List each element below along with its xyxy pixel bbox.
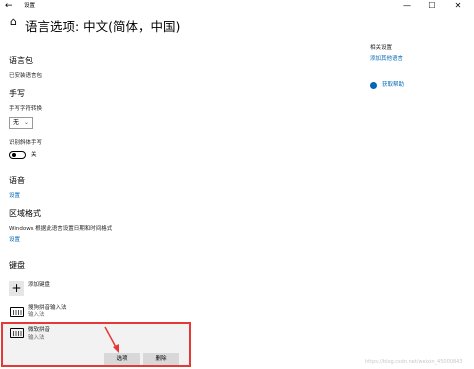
regional-format-heading: 区域格式 [9,209,41,218]
back-arrow-icon[interactable]: ← [5,1,13,11]
keyboard-item-subtitle: 输入法 [28,312,45,318]
toggle-knob [11,153,16,157]
regional-format-description: Windows 根据此语言设置日期和时间格式 [9,226,113,232]
toggle-state-label: 关 [31,152,37,158]
regional-format-settings-link[interactable]: 设置 [9,237,20,244]
annotation-arrow-icon [104,326,119,353]
handwriting-conversion-dropdown[interactable]: 无 ⌄ [9,117,33,129]
keyboard-item-name[interactable]: 搜狗拼音输入法 [28,305,67,312]
recognize-italic-label: 识别斜体手写 [9,140,43,146]
close-button[interactable]: ✕ [447,0,469,12]
add-keyboard-button[interactable]: + [9,281,24,296]
page-title: 语言选项: 中文(简体，中国) [25,19,181,34]
help-icon [370,82,377,89]
recognize-italic-toggle[interactable] [9,151,26,159]
add-keyboard-label[interactable]: 添加键盘 [28,282,50,289]
add-language-link[interactable]: 添加其他语言 [370,56,403,63]
handwriting-conversion-label: 手写字符转换 [9,106,43,112]
chevron-down-icon: ⌄ [23,119,29,126]
dropdown-value: 无 [13,119,20,126]
plus-icon: + [11,281,22,295]
speech-settings-link[interactable]: 设置 [9,193,20,200]
get-help-link[interactable]: 获取帮助 [382,82,404,89]
related-settings-heading: 相关设置 [370,45,393,51]
home-icon[interactable]: ⌂ [10,15,17,29]
window-title: 设置 [24,3,36,9]
keyboard-heading: 键盘 [9,261,25,270]
maximize-button[interactable]: ☐ [421,0,443,12]
keyboard-icon [10,307,24,317]
speech-heading: 语音 [9,176,25,185]
minimize-button[interactable]: — [396,0,418,12]
language-pack-status: 已安装语言包 [9,73,43,79]
handwriting-heading: 手写 [9,89,25,98]
language-pack-heading: 语言包 [9,56,33,65]
watermark: https://blog.csdn.net/weixin_45000843 [365,359,463,365]
